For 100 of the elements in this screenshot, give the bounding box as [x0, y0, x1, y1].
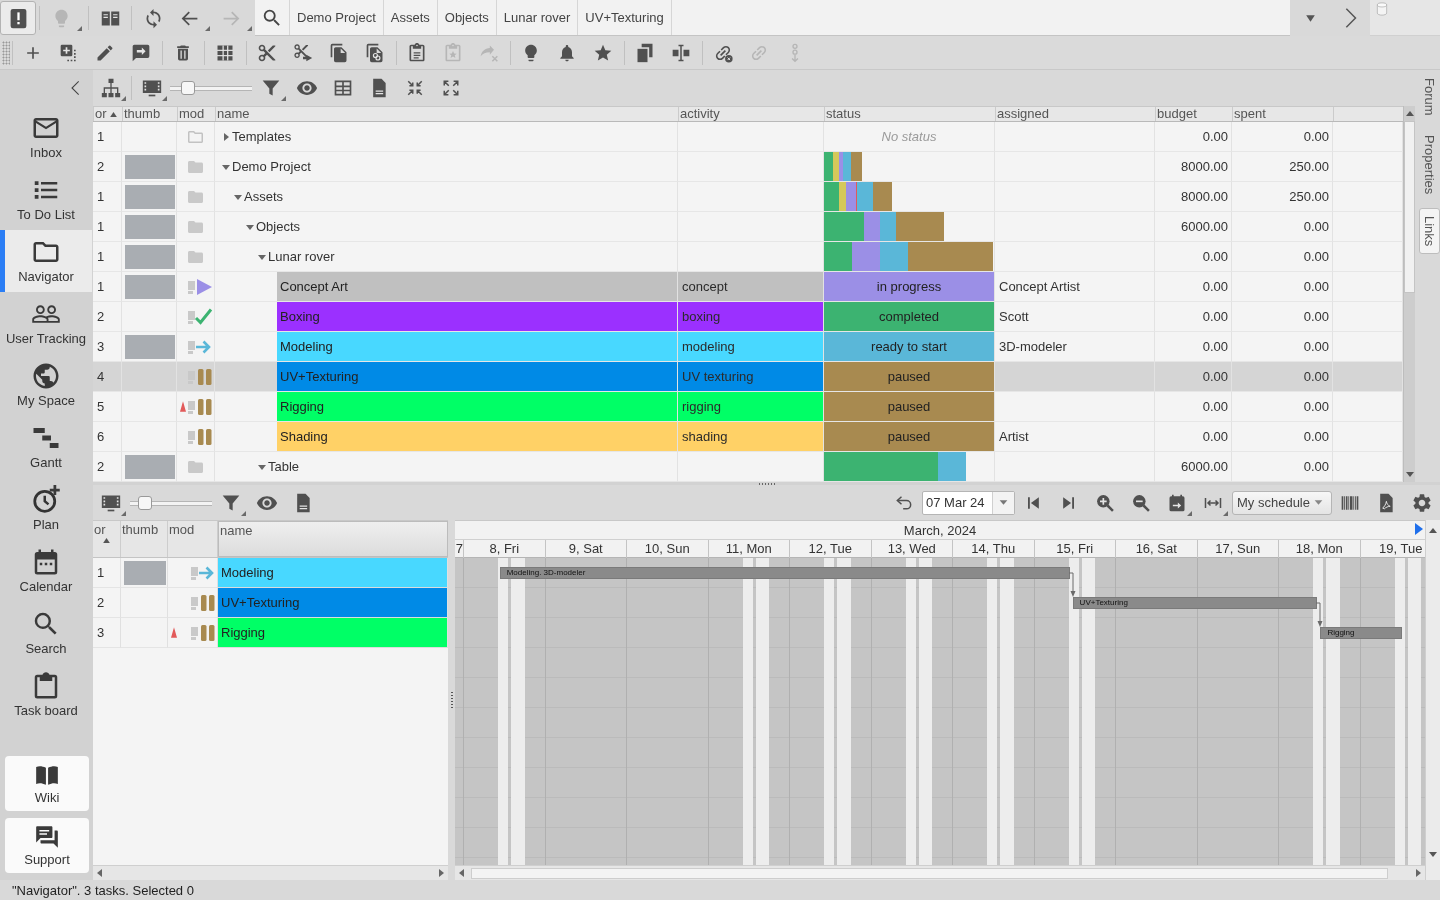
- task-name-cell[interactable]: Rigging: [277, 392, 677, 421]
- caret-down-icon[interactable]: [234, 192, 242, 201]
- horizontal-scrollbar[interactable]: [455, 865, 1425, 880]
- sidebar-item[interactable]: Plan: [0, 478, 92, 540]
- task-name-cell[interactable]: UV+Texturing: [218, 588, 448, 618]
- task-name-cell[interactable]: Rigging: [218, 618, 448, 648]
- scroll-up-icon[interactable]: [1405, 111, 1414, 116]
- column-header[interactable]: activity: [678, 107, 824, 121]
- column-header[interactable]: mod: [177, 107, 215, 121]
- column-header[interactable]: assigned: [995, 107, 1155, 121]
- toolbar-grip-icon[interactable]: [2, 40, 10, 65]
- folder-name: Objects: [256, 219, 301, 234]
- dependency-arrow: [1069, 572, 1078, 597]
- sidebar-item[interactable]: My Space: [0, 354, 92, 416]
- scroll-down-icon[interactable]: [1429, 852, 1437, 857]
- task-name-cell[interactable]: Shading: [277, 422, 677, 451]
- schedule-dropdown[interactable]: My schedule: [1232, 490, 1332, 515]
- side-tab[interactable]: Properties: [1419, 129, 1440, 199]
- sidebar-button[interactable]: Wiki: [5, 756, 89, 811]
- table-row[interactable]: 1 Templates No status 0.00 0.00: [93, 122, 1403, 152]
- table-row[interactable]: 2 Boxing boxing completed Scott 0.00 0.00: [93, 302, 1403, 332]
- caret-down-icon[interactable]: [246, 222, 254, 231]
- column-header[interactable]: thumb: [122, 107, 177, 121]
- budget-value: 0.00: [1155, 302, 1232, 332]
- breadcrumb[interactable]: UV+Texturing: [578, 0, 672, 35]
- caret-down-icon[interactable]: [222, 162, 230, 171]
- vertical-scrollbar[interactable]: [1425, 520, 1440, 880]
- column-header[interactable]: name: [218, 521, 448, 557]
- table-row[interactable]: 1 Objects 6000.00 0.00: [93, 212, 1403, 242]
- scroll-right-icon[interactable]: [1415, 523, 1423, 535]
- table-row[interactable]: 3 Rigging: [93, 618, 448, 648]
- side-tab[interactable]: Forum: [1419, 73, 1440, 121]
- exclamation-button[interactable]: [0, 1, 36, 35]
- column-header[interactable]: or: [93, 521, 121, 557]
- breadcrumb[interactable]: Assets: [383, 0, 438, 35]
- caret-right-icon[interactable]: [222, 132, 230, 141]
- sidebar-item[interactable]: Gantt: [0, 416, 92, 478]
- scroll-left-icon[interactable]: [97, 869, 102, 877]
- gantt-bar[interactable]: UV+Texturing: [1072, 597, 1318, 609]
- folder-name: Demo Project: [232, 159, 311, 174]
- caret-down-icon[interactable]: [258, 462, 266, 471]
- vertical-scrollbar[interactable]: [1403, 106, 1415, 482]
- scroll-right-icon[interactable]: [439, 869, 444, 877]
- budget-value: 8000.00: [1155, 152, 1232, 182]
- gantt-bar[interactable]: Modeling. 3D-modeler: [499, 567, 1071, 579]
- task-name-cell[interactable]: Modeling: [277, 332, 677, 361]
- scroll-down-icon[interactable]: [1405, 472, 1414, 477]
- table-row[interactable]: 1 Modeling: [93, 558, 448, 588]
- column-header[interactable]: or: [93, 107, 122, 121]
- table-row[interactable]: 6 Shading shading paused Artist 0.00 0.00: [93, 422, 1403, 452]
- scrollbar-thumb[interactable]: [1404, 121, 1415, 293]
- table-row[interactable]: 2 Demo Project 8000.00 250.00: [93, 152, 1403, 182]
- sidebar-item[interactable]: Calendar: [0, 540, 92, 602]
- sidebar-item[interactable]: Navigator: [0, 230, 92, 292]
- clock-plus-icon: [31, 485, 61, 515]
- horizontal-scrollbar[interactable]: [93, 865, 448, 880]
- sidebar-item[interactable]: Search: [0, 602, 92, 664]
- column-header[interactable]: thumb: [121, 521, 168, 557]
- arrows-outward-icon: [442, 79, 460, 97]
- scroll-up-icon[interactable]: [1429, 528, 1437, 533]
- column-header[interactable]: spent: [1232, 107, 1333, 121]
- splitter-grip-icon[interactable]: [757, 482, 776, 485]
- task-name-cell[interactable]: UV+Texturing: [277, 362, 677, 391]
- breadcrumb[interactable]: Objects: [437, 0, 497, 35]
- zoom-in-icon: [1095, 492, 1115, 513]
- gantt-bar[interactable]: Rigging: [1320, 627, 1402, 639]
- table-row[interactable]: 1 Concept Art concept in progress Concept Artist 0.00 0.00: [93, 272, 1403, 302]
- sidebar-item[interactable]: Task board: [0, 664, 92, 726]
- column-header[interactable]: budget: [1155, 107, 1232, 121]
- scroll-right-icon[interactable]: [1416, 869, 1421, 877]
- side-tab[interactable]: Links: [1419, 207, 1440, 255]
- activity-cell: concept: [678, 272, 824, 302]
- sidebar-item[interactable]: User Tracking: [0, 292, 92, 354]
- scrollbar-thumb[interactable]: [471, 867, 1388, 879]
- table-row[interactable]: 1 Lunar rover 0.00 0.00: [93, 242, 1403, 272]
- day-label: 7: [455, 540, 463, 558]
- date-field[interactable]: 07 Mar 24: [922, 490, 1015, 515]
- budget-value: 8000.00: [1155, 182, 1232, 212]
- scroll-left-icon[interactable]: [459, 869, 464, 877]
- table-row[interactable]: 1 Assets 8000.00 250.00: [93, 182, 1403, 212]
- sidebar-item[interactable]: Inbox: [0, 106, 92, 168]
- table-row[interactable]: 4 UV+Texturing UV texturing paused 0.00 0.00: [93, 362, 1403, 392]
- task-name-cell[interactable]: Modeling: [218, 558, 448, 588]
- column-header[interactable]: status: [824, 107, 995, 121]
- sidebar-button[interactable]: Support: [5, 818, 89, 873]
- table-row[interactable]: 5 Rigging rigging paused 0.00 0.00: [93, 392, 1403, 422]
- table-row[interactable]: 3 Modeling modeling ready to start 3D-modeler 0.00 0.00: [93, 332, 1403, 362]
- sidebar-item[interactable]: To Do List: [0, 168, 92, 230]
- task-name-cell[interactable]: Concept Art: [277, 272, 677, 301]
- column-header[interactable]: name: [215, 107, 678, 121]
- caret-down-icon[interactable]: [258, 252, 266, 261]
- table-row[interactable]: 2 UV+Texturing: [93, 588, 448, 618]
- breadcrumb[interactable]: Lunar rover: [496, 0, 579, 35]
- breadcrumb[interactable]: Demo Project: [290, 0, 384, 35]
- slider-thumb[interactable]: [137, 495, 152, 510]
- order-number: 2: [93, 152, 122, 182]
- dependency-arrow: [1316, 602, 1325, 627]
- splitter-grip-icon[interactable]: [450, 691, 453, 709]
- budget-value: 6000.00: [1155, 212, 1232, 242]
- slider-thumb[interactable]: [181, 81, 196, 95]
